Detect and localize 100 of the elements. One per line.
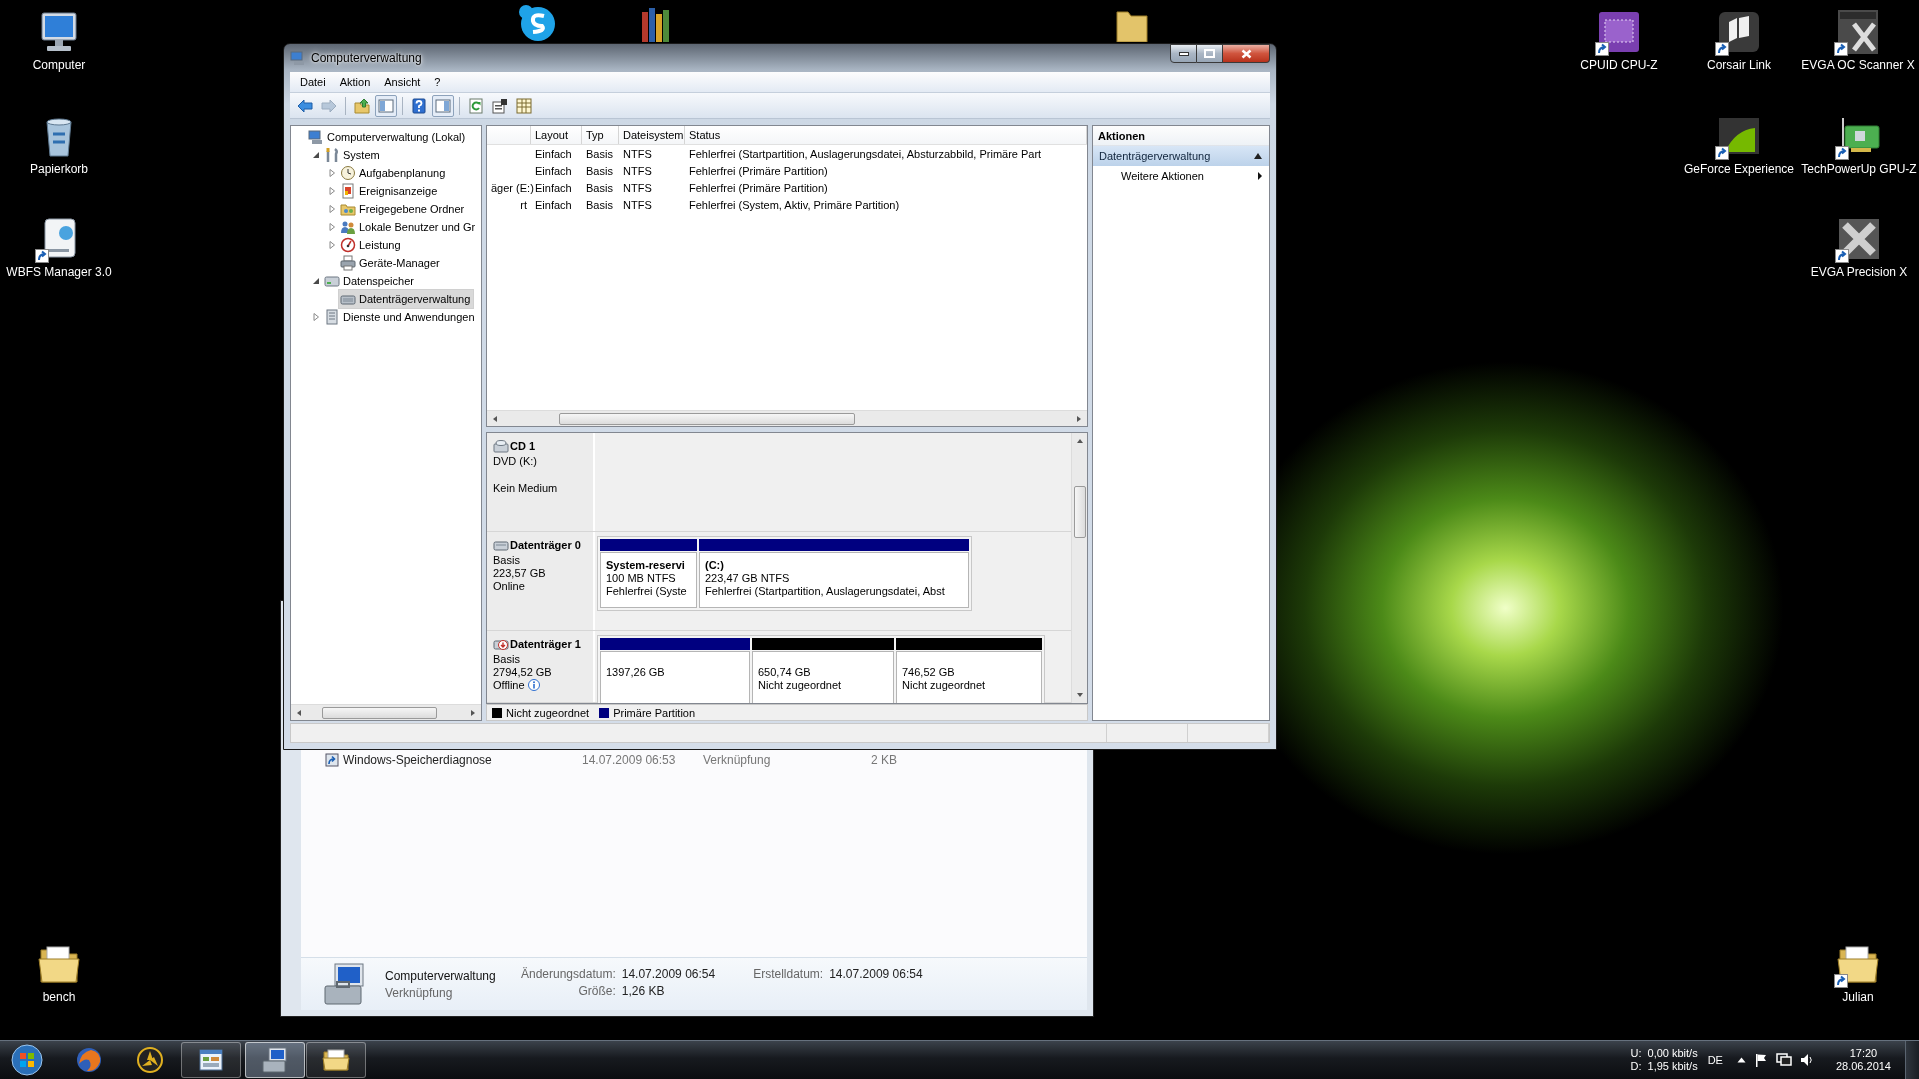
table-cell-text: Basis (585, 164, 614, 177)
menu-item[interactable]: ? (427, 76, 448, 88)
gauge-icon (340, 237, 356, 253)
globe-icon (75, 1046, 103, 1074)
column-header[interactable]: Typ (582, 126, 619, 144)
desktop-shortcut[interactable]: EVGA Precision X (1804, 215, 1914, 279)
forward-arrow-icon (321, 97, 337, 114)
column-header[interactable]: Layout (531, 126, 582, 144)
horizontal-scrollbar[interactable] (487, 410, 1087, 426)
clock[interactable]: 17:20 28.06.2014 (1835, 1047, 1891, 1073)
scroll-up-icon (1075, 437, 1084, 445)
desktop-shortcut[interactable]: Computer (4, 8, 114, 72)
partition-box[interactable]: System-reservi 100 MB NTFS Fehlerfrei (Syste (600, 552, 697, 608)
tree-item[interactable]: Leistung (338, 235, 405, 255)
desktop-shortcut[interactable]: Corsair Link (1684, 8, 1794, 72)
meter-value: 1,95 kbit/s (1647, 1060, 1698, 1073)
menu-item[interactable]: Datei (293, 76, 333, 88)
column-header[interactable]: Status (685, 126, 1087, 144)
tree-item[interactable]: Geräte-Manager (338, 253, 444, 273)
table-cell-text: NTFS (622, 198, 653, 211)
disk-info: 223,57 GB (493, 567, 546, 579)
table-cell-text: NTFS (622, 164, 653, 177)
scrollbar-thumb[interactable] (1073, 486, 1086, 538)
action-item[interactable]: Weitere Aktionen (1093, 166, 1269, 186)
tree-item[interactable]: Freigegebene Ordner (338, 199, 469, 219)
table-icon (516, 97, 532, 114)
window-icon (197, 1046, 225, 1074)
desktop-shortcut[interactable]: CPUID CPU-Z (1564, 8, 1674, 72)
folder-icon (322, 1046, 350, 1074)
tree-item[interactable]: Datenträgerverwaltung (338, 289, 475, 309)
file-date: 14.07.2009 06:53 (582, 752, 677, 767)
computer-toolbox-icon (261, 1046, 289, 1074)
disc-icon (136, 1046, 164, 1074)
toggle-actions-button[interactable] (432, 94, 454, 117)
horizontal-scrollbar[interactable] (291, 704, 481, 720)
disk-info: Basis (493, 554, 520, 566)
actions-section-header[interactable]: Datenträgerverwaltung (1093, 146, 1269, 166)
tree-item[interactable]: Dienste und Anwendungen (322, 307, 479, 327)
submenu-arrow-icon (1257, 171, 1263, 181)
partition-box[interactable]: 1397,26 GB (600, 651, 750, 703)
taskbar-button[interactable] (245, 1042, 305, 1078)
partition-box[interactable]: 746,52 GB Nicht zugeordnet (896, 651, 1042, 703)
meter-label: U: (1630, 1047, 1642, 1060)
desktop-shortcut[interactable]: GeForce Experience (1684, 112, 1794, 176)
tree-item[interactable]: Computerverwaltung (Lokal) (306, 127, 470, 147)
start-orb-icon (11, 1044, 43, 1076)
minimize-button[interactable] (1170, 44, 1197, 63)
cd-drive-icon (493, 438, 509, 454)
maximize-button[interactable] (1197, 44, 1223, 63)
item-type: Verknüpfung (385, 985, 454, 1000)
file-name[interactable]: Windows-Speicherdiagnose (343, 752, 578, 767)
partition-info: 100 MB NTFS (606, 572, 677, 584)
table-cell-text: Basis (585, 181, 614, 194)
desktop-shortcut[interactable]: Papierkorb (4, 112, 114, 176)
disk-info: Basis (493, 653, 520, 665)
partition-info: Nicht zugeordnet (758, 679, 843, 691)
desktop-shortcut[interactable]: EVGA OC Scanner X (1803, 8, 1913, 72)
window-title: Computerverwaltung (311, 51, 422, 65)
scrollbar-thumb[interactable] (559, 412, 856, 425)
users-icon (340, 219, 356, 235)
partition-title: (C:) (705, 559, 725, 571)
drive-icon (324, 273, 340, 289)
file-type: Verknüpfung (703, 752, 772, 767)
tree-item[interactable]: System (322, 145, 384, 165)
tree-item[interactable]: Aufgabenplanung (338, 163, 450, 183)
tree-item[interactable]: Datenspeicher (322, 271, 418, 291)
partition-info: Nicht zugeordnet (902, 679, 987, 691)
disk-info: Kein Medium (493, 482, 558, 494)
desktop-shortcut[interactable]: WBFS Manager 3.0 (4, 215, 114, 279)
scrollbar-thumb[interactable] (322, 706, 438, 719)
detail-label: Erstelldatum: (753, 967, 824, 981)
desktop-shortcut[interactable]: Julian (1803, 940, 1913, 1004)
table-cell-text: Basis (585, 147, 614, 160)
disk-info: Offline (493, 679, 525, 691)
toggle-tree-button[interactable] (375, 94, 397, 117)
close-icon (1240, 48, 1252, 59)
panel-toggle-icon (378, 97, 394, 114)
language-indicator[interactable]: DE (1707, 1054, 1723, 1066)
menu-item[interactable]: Ansicht (377, 76, 428, 88)
taskbar-button[interactable] (306, 1042, 366, 1078)
show-desktop-button[interactable] (1905, 1041, 1919, 1079)
scroll-down-icon (1075, 691, 1084, 699)
scroll-left-icon (491, 414, 499, 423)
tree-item[interactable]: Lokale Benutzer und Gr (338, 217, 480, 237)
vertical-scrollbar[interactable] (1071, 433, 1087, 703)
partition-box[interactable]: (C:) 223,47 GB NTFS Fehlerfrei (Startpartition, Auslagerungsdatei, Abst (699, 552, 969, 608)
menu-item[interactable]: Aktion (332, 76, 378, 88)
partition-box[interactable]: 650,74 GB Nicht zugeordnet (752, 651, 894, 703)
caret-icon (1736, 1057, 1746, 1063)
taskbar-button[interactable] (181, 1042, 241, 1078)
scroll-right-icon (1075, 414, 1083, 423)
tree-item[interactable]: Ereignisanzeige (338, 181, 442, 201)
close-button[interactable] (1223, 44, 1270, 63)
column-header[interactable]: Dateisystem (619, 126, 685, 144)
clock-icon (340, 165, 356, 181)
table-cell-text: Fehlerfrei (System, Aktiv, Primäre Partition) (688, 198, 901, 211)
table-cell-text: Einfach (534, 147, 573, 160)
desktop-shortcut[interactable]: bench (4, 940, 114, 1004)
table-cell-text: rt (519, 198, 528, 211)
help-icon (411, 97, 427, 114)
